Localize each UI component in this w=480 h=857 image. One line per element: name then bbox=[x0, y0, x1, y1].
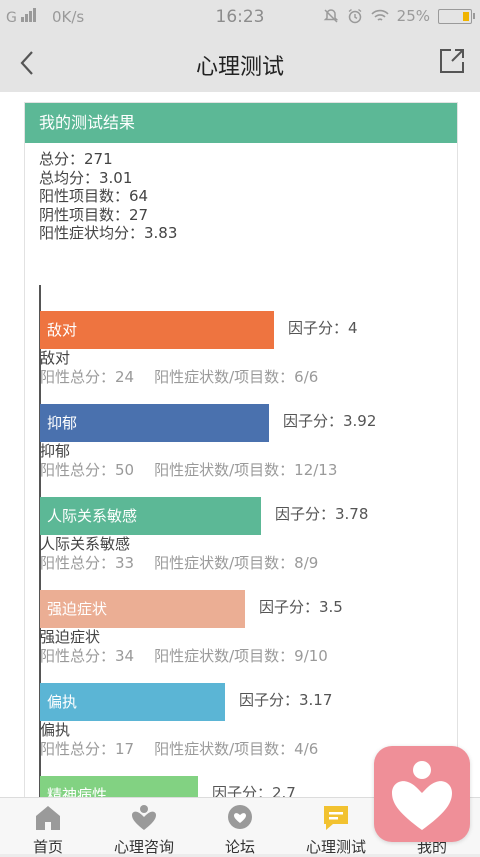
floating-care-button[interactable] bbox=[374, 746, 470, 842]
page-title: 心理测试 bbox=[195, 55, 284, 80]
message-lines-icon bbox=[324, 806, 348, 830]
factor-ratio: 阳性症状数/项目数：8/9 bbox=[154, 554, 319, 572]
factor-detail: 阳性总分：50 阳性症状数/项目数：12/13 bbox=[40, 459, 337, 480]
home-icon bbox=[36, 806, 60, 830]
result-card-header: 我的测试结果 bbox=[25, 103, 457, 143]
summary-average: 总均分：3.01 bbox=[39, 168, 133, 187]
factor-ratio: 阳性症状数/项目数：9/10 bbox=[154, 647, 328, 665]
factor-bar: 偏执 bbox=[40, 683, 225, 721]
factor-positive-total: 阳性总分：17 bbox=[40, 740, 135, 758]
factor-ratio: 阳性症状数/项目数：4/6 bbox=[154, 740, 319, 758]
summary-positive-average: 阳性症状均分：3.83 bbox=[39, 224, 178, 242]
factor-score: 因子分：3.92 bbox=[283, 412, 377, 430]
factor-bar: 抑郁 bbox=[40, 404, 269, 442]
factor-bar: 敌对 bbox=[40, 311, 274, 349]
factor-positive-total: 阳性总分：33 bbox=[40, 554, 135, 572]
factor-score: 因子分：3.17 bbox=[239, 691, 333, 709]
alarm-icon bbox=[348, 8, 362, 24]
factor-name: 强迫症状 bbox=[40, 628, 101, 646]
factor-detail: 阳性总分：17 阳性症状数/项目数：4/6 bbox=[40, 738, 318, 759]
mute-bell-icon bbox=[323, 9, 338, 23]
heart-person-icon bbox=[132, 805, 156, 830]
factor-positive-total: 阳性总分：34 bbox=[40, 647, 135, 665]
tab-forum[interactable]: 论坛 bbox=[195, 798, 285, 856]
result-summary: 总分：271 总均分：3.01 阳性项目数：64 阴性项目数：27 阳性症状均分… bbox=[25, 143, 457, 243]
tab-label: 首页 bbox=[32, 838, 63, 856]
nav-bar: 心理测试 bbox=[0, 34, 480, 92]
factor-detail: 阳性总分：24 阳性症状数/项目数：6/6 bbox=[40, 366, 318, 387]
factor-score: 因子分：3.5 bbox=[259, 598, 343, 616]
status-right: 25% bbox=[323, 7, 475, 25]
tab-label: 心理测试 bbox=[305, 838, 366, 856]
factor-ratio: 阳性症状数/项目数：6/6 bbox=[154, 368, 319, 386]
share-icon[interactable] bbox=[438, 47, 466, 75]
wifi-icon bbox=[371, 9, 389, 21]
factor-name: 偏执 bbox=[40, 721, 71, 739]
heart-person-icon bbox=[392, 761, 452, 830]
factor-bar: 精神病性 bbox=[40, 776, 198, 797]
tab-label: 心理咨询 bbox=[113, 838, 174, 856]
chat-bubble-icon bbox=[228, 805, 252, 829]
tab-psych-test[interactable]: 心理测试 bbox=[291, 798, 381, 856]
factor-score: 因子分：2.7 bbox=[212, 784, 296, 797]
factor-positive-total: 阳性总分：50 bbox=[40, 461, 135, 479]
factor-name: 敌对 bbox=[40, 349, 71, 367]
summary-negative-count: 阴性项目数：27 bbox=[39, 205, 149, 224]
factor-bar: 强迫症状 bbox=[40, 590, 245, 628]
factor-ratio: 阳性症状数/项目数：12/13 bbox=[154, 461, 338, 479]
factor-name: 抑郁 bbox=[40, 442, 71, 460]
summary-total: 总分：271 bbox=[39, 150, 113, 168]
factor-score: 因子分：4 bbox=[288, 319, 358, 337]
content-area[interactable]: 我的测试结果 总分：271 总均分：3.01 阳性项目数：64 阴性项目数：27… bbox=[0, 92, 480, 797]
result-card: 我的测试结果 总分：271 总均分：3.01 阳性项目数：64 阴性项目数：27… bbox=[24, 102, 458, 797]
battery-icon bbox=[438, 8, 475, 24]
factor-score: 因子分：3.78 bbox=[275, 505, 369, 523]
summary-positive-count: 阳性项目数：64 bbox=[39, 187, 149, 205]
factor-detail: 阳性总分：33 阳性症状数/项目数：8/9 bbox=[40, 552, 318, 573]
tab-home[interactable]: 首页 bbox=[3, 798, 93, 856]
tab-counseling[interactable]: 心理咨询 bbox=[99, 798, 189, 856]
status-bar: G 0K/s 16:23 25% bbox=[0, 0, 480, 34]
factor-positive-total: 阳性总分：24 bbox=[40, 368, 135, 386]
battery-percent: 25% bbox=[396, 7, 430, 25]
factor-bar: 人际关系敏感 bbox=[40, 497, 261, 535]
factor-detail: 阳性总分：34 阳性症状数/项目数：9/10 bbox=[40, 645, 328, 666]
tab-label: 论坛 bbox=[224, 838, 255, 856]
factor-name: 人际关系敏感 bbox=[40, 535, 131, 553]
